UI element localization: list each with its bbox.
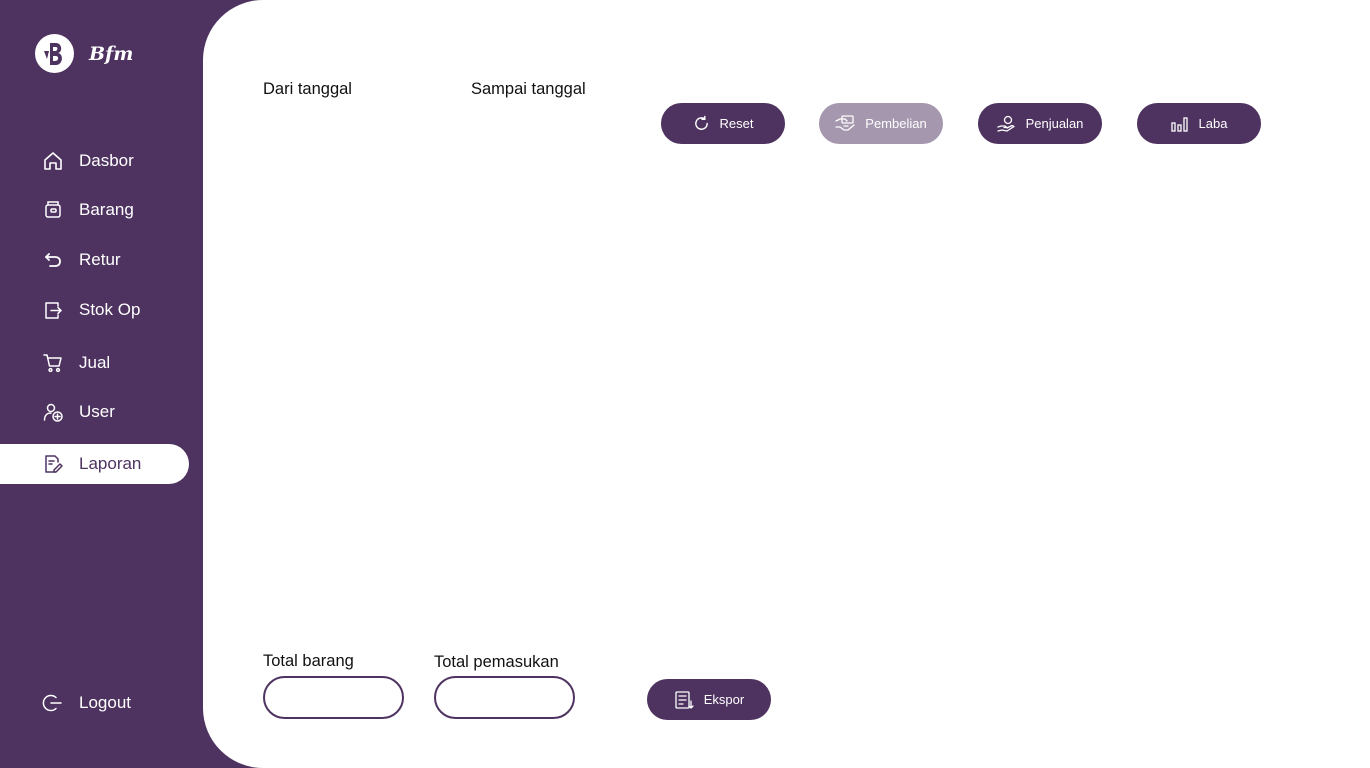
reset-label: Reset bbox=[719, 116, 754, 131]
brand-name: Bfm bbox=[89, 42, 134, 65]
refresh-icon bbox=[693, 115, 710, 132]
sidebar-item-barang[interactable]: Barang bbox=[0, 190, 189, 230]
from-date-label: Dari tanggal bbox=[263, 80, 352, 98]
total-income-label: Total pemasukan bbox=[434, 653, 559, 671]
sidebar-item-label: Barang bbox=[79, 200, 134, 219]
profit-button[interactable]: Laba bbox=[1137, 103, 1261, 144]
profit-label: Laba bbox=[1198, 116, 1228, 131]
undo-icon bbox=[42, 249, 64, 271]
sidebar-item-dasbor[interactable]: Dasbor bbox=[0, 141, 189, 181]
sales-label: Penjualan bbox=[1025, 116, 1084, 131]
sidebar-item-jual[interactable]: Jual bbox=[0, 343, 189, 383]
cart-icon bbox=[42, 352, 64, 374]
sidebar-item-retur[interactable]: Retur bbox=[0, 240, 189, 280]
sidebar-item-label: User bbox=[79, 402, 115, 421]
logout-button[interactable]: Logout bbox=[0, 683, 189, 723]
total-items-field[interactable] bbox=[263, 676, 404, 719]
report-icon bbox=[42, 453, 64, 475]
reset-button[interactable]: Reset bbox=[661, 103, 785, 144]
total-income-field[interactable] bbox=[434, 676, 575, 719]
logout-label: Logout bbox=[79, 693, 131, 712]
main-content: Dari tanggal Sampai tanggal Reset Pembel… bbox=[203, 0, 1370, 768]
bar-chart-icon bbox=[1170, 116, 1189, 132]
hand-money-icon bbox=[835, 115, 855, 132]
box-icon bbox=[42, 199, 64, 221]
logout-icon bbox=[42, 692, 64, 714]
sidebar-item-user[interactable]: User bbox=[0, 392, 189, 432]
sidebar-item-label: Dasbor bbox=[79, 151, 134, 170]
export-document-icon bbox=[674, 690, 694, 710]
total-items-label: Total barang bbox=[263, 652, 354, 670]
sidebar-item-label: Laporan bbox=[79, 454, 142, 473]
export-button[interactable]: Ekspor bbox=[647, 679, 771, 720]
sidebar: Bfm Dasbor Barang Retur Stok Op Jual Use… bbox=[0, 0, 203, 768]
sidebar-item-label: Jual bbox=[79, 353, 111, 372]
sidebar-item-label: Stok Op bbox=[79, 300, 141, 319]
brand[interactable]: Bfm bbox=[35, 34, 133, 73]
user-add-icon bbox=[42, 401, 64, 423]
sidebar-item-label: Retur bbox=[79, 250, 121, 269]
export-icon bbox=[42, 299, 64, 321]
sidebar-item-laporan[interactable]: Laporan bbox=[0, 444, 189, 484]
to-date-label: Sampai tanggal bbox=[471, 80, 586, 98]
hand-coin-icon bbox=[996, 115, 1016, 133]
sidebar-item-stok-op[interactable]: Stok Op bbox=[0, 290, 189, 330]
sales-button[interactable]: Penjualan bbox=[978, 103, 1102, 144]
brand-logo-icon bbox=[35, 34, 74, 73]
purchase-button[interactable]: Pembelian bbox=[819, 103, 943, 144]
home-icon bbox=[42, 150, 64, 172]
purchase-label: Pembelian bbox=[865, 116, 927, 131]
export-label: Ekspor bbox=[703, 692, 745, 707]
